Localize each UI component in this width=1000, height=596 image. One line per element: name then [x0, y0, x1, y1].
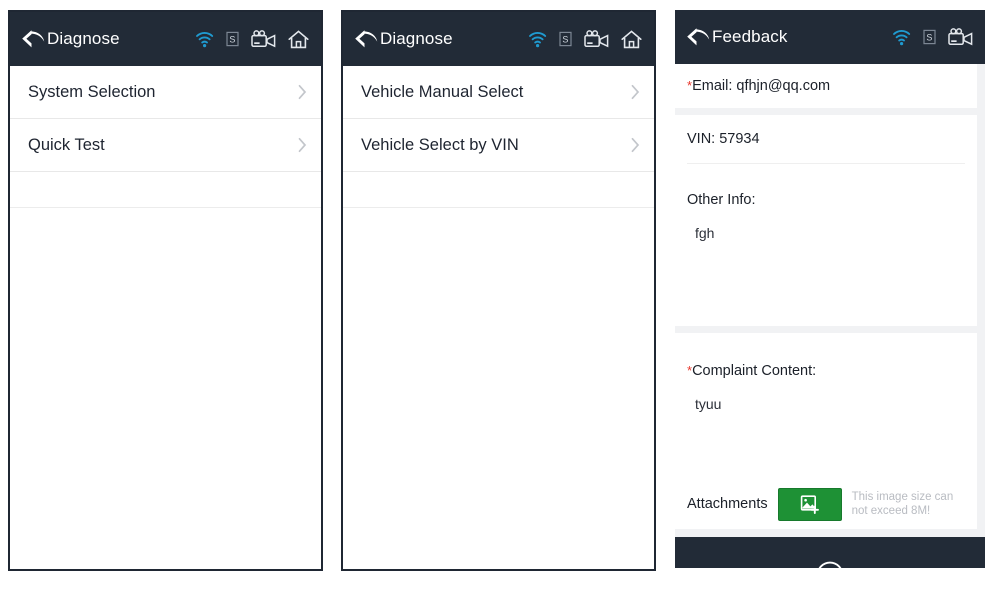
- titlebar-left-group[interactable]: Feedback: [685, 25, 892, 49]
- home-icon[interactable]: [288, 29, 309, 49]
- titlebar-left-group[interactable]: Diagnose: [20, 27, 195, 51]
- titlebar-panel-1: Diagnose S: [10, 12, 321, 66]
- list-empty-row: [10, 172, 321, 208]
- list-item[interactable]: Vehicle Select by VIN: [343, 119, 654, 172]
- page-title: Diagnose: [47, 29, 120, 48]
- s-box-icon[interactable]: S: [559, 31, 572, 47]
- vin-other-card: VIN: 57934 Other Info: fgh: [675, 115, 977, 326]
- other-info-value: fgh: [695, 225, 715, 241]
- complaint-card: *Complaint Content: tyuu Attachments Thi…: [675, 333, 977, 529]
- email-card: *Email: qfhjn@qq.com: [675, 64, 977, 108]
- video-camera-icon[interactable]: [584, 30, 609, 48]
- list-item[interactable]: Vehicle Manual Select: [343, 66, 654, 119]
- other-info-label: Other Info:: [687, 192, 756, 208]
- s-box-icon[interactable]: S: [923, 29, 936, 45]
- list-item[interactable]: Quick Test: [10, 119, 321, 172]
- complaint-label: *Complaint Content:: [687, 363, 816, 379]
- back-arrow-icon[interactable]: [685, 25, 711, 49]
- vin-label: VIN: 57934: [687, 131, 760, 147]
- s-box-icon[interactable]: S: [226, 31, 239, 47]
- list-item-label: Vehicle Select by VIN: [361, 135, 519, 154]
- attachments-label: Attachments: [687, 496, 768, 512]
- other-info-label-row: Other Info:: [687, 164, 965, 216]
- complaint-value: tyuu: [695, 396, 722, 412]
- video-camera-icon[interactable]: [948, 28, 973, 46]
- wifi-icon[interactable]: [892, 29, 911, 46]
- feedback-bottom-bar: [675, 537, 985, 568]
- add-image-icon: [800, 495, 819, 514]
- other-info-input[interactable]: fgh: [687, 216, 965, 326]
- back-arrow-icon[interactable]: [20, 27, 46, 51]
- back-arrow-icon[interactable]: [353, 27, 379, 51]
- email-value: qfhjn@qq.com: [736, 78, 831, 94]
- vin-label-text: VIN:: [687, 131, 716, 147]
- home-icon[interactable]: [621, 29, 642, 49]
- list-item-label: Quick Test: [28, 135, 105, 154]
- video-camera-icon[interactable]: [251, 30, 276, 48]
- list-item-label: System Selection: [28, 82, 156, 101]
- email-label-text: Email:: [692, 78, 733, 94]
- wifi-icon[interactable]: [528, 31, 547, 48]
- email-row[interactable]: *Email: qfhjn@qq.com: [687, 64, 965, 108]
- svg-text:S: S: [926, 32, 932, 42]
- complaint-input[interactable]: tyuu: [687, 387, 965, 479]
- titlebar-panel-2: Diagnose S: [343, 12, 654, 66]
- circled-arrow-right-icon[interactable]: [816, 561, 844, 568]
- chevron-right-icon: [298, 84, 307, 100]
- chevron-right-icon: [631, 84, 640, 100]
- complaint-label-row: *Complaint Content:: [687, 333, 965, 387]
- add-attachment-button[interactable]: [777, 487, 842, 521]
- email-label: *Email: qfhjn@qq.com: [687, 78, 830, 94]
- attachments-row: Attachments This image size can not exce…: [687, 479, 965, 529]
- page-title: Feedback: [712, 27, 788, 46]
- page-title: Diagnose: [380, 29, 453, 48]
- feedback-form: *Email: qfhjn@qq.com VIN: 57934 Other In…: [675, 64, 985, 537]
- diagnose-panel-1: Diagnose S System Selection Quick Test: [8, 10, 323, 571]
- titlebar-icon-group: S: [892, 28, 973, 46]
- list-item-label: Vehicle Manual Select: [361, 82, 524, 101]
- list-item[interactable]: System Selection: [10, 66, 321, 119]
- titlebar-icon-group: S: [195, 29, 309, 49]
- svg-text:S: S: [562, 34, 568, 44]
- titlebar-feedback: Feedback S: [675, 10, 985, 64]
- vin-row[interactable]: VIN: 57934: [687, 115, 965, 164]
- chevron-right-icon: [631, 137, 640, 153]
- wifi-icon[interactable]: [195, 31, 214, 48]
- titlebar-icon-group: S: [528, 29, 642, 49]
- feedback-panel: Feedback S *Email: qfhjn@qq.com VIN: 579…: [675, 10, 985, 568]
- svg-text:S: S: [229, 34, 235, 44]
- list-empty-row: [343, 172, 654, 208]
- menu-list-panel-1: System Selection Quick Test: [10, 66, 321, 208]
- diagnose-panel-2: Diagnose S Vehicle Manual Select Vehicle…: [341, 10, 656, 571]
- menu-list-panel-2: Vehicle Manual Select Vehicle Select by …: [343, 66, 654, 208]
- complaint-label-text: Complaint Content:: [692, 363, 817, 379]
- titlebar-left-group[interactable]: Diagnose: [353, 27, 528, 51]
- chevron-right-icon: [298, 137, 307, 153]
- vin-value: 57934: [719, 131, 760, 147]
- attachment-size-hint: This image size can not exceed 8M!: [851, 490, 954, 517]
